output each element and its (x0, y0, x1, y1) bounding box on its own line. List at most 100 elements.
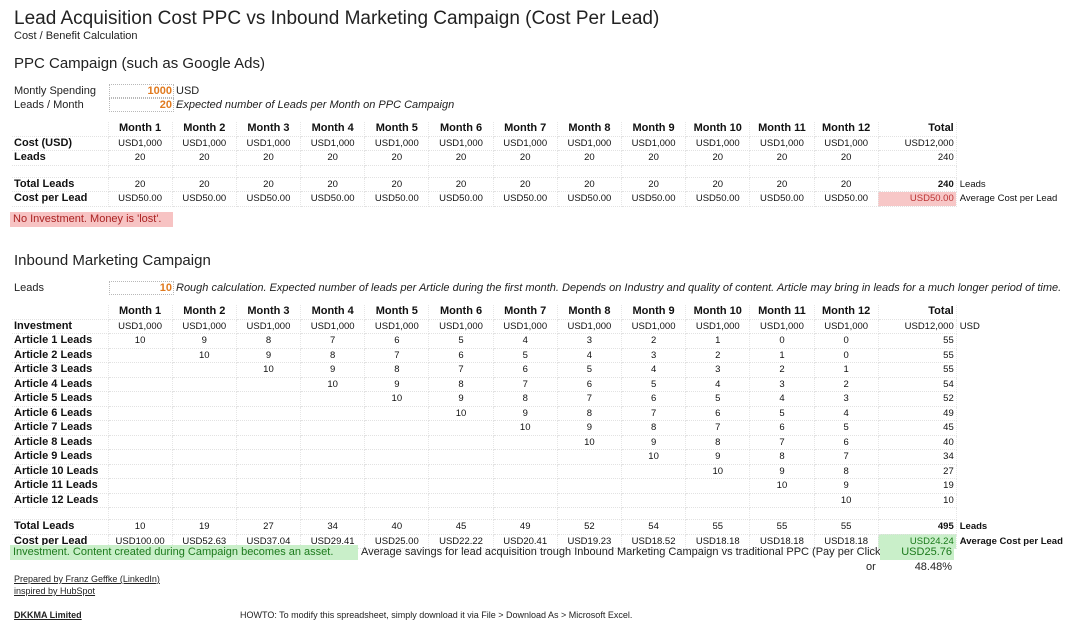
month-cell (108, 348, 173, 363)
month-cell: USD1,000 (685, 136, 751, 151)
total-cell: 49 (878, 406, 957, 421)
month-cell (108, 493, 173, 508)
article-leads-row: Article 3 Leads 10 9 8 7 6 5 4 3 2 1 55 (12, 362, 1066, 378)
column-header-month: Month 9 (621, 122, 687, 137)
spacer-row (12, 507, 1066, 520)
month-cell (172, 377, 237, 392)
monthly-spending-input[interactable]: 1000 (109, 84, 174, 98)
month-cell (172, 493, 237, 508)
inspired-by-link[interactable]: inspired by HubSpot (14, 586, 95, 596)
month-cell: 20 (685, 150, 751, 166)
row-suffix (956, 348, 1066, 363)
month-cell: 20 (364, 150, 430, 166)
month-cell: 2 (685, 348, 751, 363)
month-cell (428, 449, 494, 465)
article-leads-row: Article 4 Leads 10 9 8 7 6 5 4 3 2 54 (12, 377, 1066, 392)
article-leads-row: Article 5 Leads 10 9 8 7 6 5 4 3 52 (12, 391, 1066, 407)
total-cell: USD12,000 (878, 136, 957, 151)
row-suffix (956, 151, 1066, 166)
header-row: Month 1 Month 2 Month 3 Month 4 Month 5 Month… (12, 122, 1066, 137)
month-cell (300, 478, 366, 494)
month-cell: 10 (428, 406, 494, 421)
row-suffix (956, 450, 1066, 465)
month-cell: 8 (685, 435, 751, 450)
row-label: Article 4 Leads (12, 377, 109, 392)
month-cell: USD1,000 (428, 136, 494, 151)
month-cell: 10 (108, 519, 173, 535)
month-cell: 10 (685, 464, 751, 479)
or-label: or (866, 561, 876, 573)
month-cell: USD1,000 (236, 136, 302, 151)
empty-cell (364, 507, 430, 520)
month-cell: 1 (814, 362, 879, 378)
month-cell: 6 (364, 333, 430, 349)
month-cell: 10 (557, 435, 623, 450)
month-cell: 9 (749, 464, 815, 479)
month-cell: 20 (814, 177, 879, 192)
row-label: Investment (12, 319, 109, 334)
inbound-table: Month 1 Month 2 Month 3 Month 4 Month 5 Month… (12, 305, 1066, 549)
leads-per-article-input[interactable]: 10 (109, 281, 174, 295)
inbound-investment-row: Investment USD1,000 USD1,000 USD1,000 USD1,0… (12, 319, 1066, 334)
empty-cell (557, 507, 623, 520)
savings-percent: 48.48% (914, 561, 952, 573)
month-cell: 9 (172, 333, 237, 349)
month-cell: 0 (814, 333, 879, 349)
month-cell (300, 420, 366, 436)
month-cell (493, 464, 558, 479)
empty-cell (956, 508, 1066, 520)
month-cell: 20 (236, 150, 302, 166)
month-cell (364, 406, 430, 421)
month-cell: 20 (108, 177, 173, 192)
row-label: Article 12 Leads (12, 493, 109, 508)
month-cell: 20 (236, 177, 302, 192)
month-cell: 20 (557, 150, 623, 166)
month-cell: 7 (364, 348, 430, 363)
row-label: Article 11 Leads (12, 478, 109, 494)
company-link[interactable]: DKKMA Limited (14, 610, 82, 620)
month-cell: USD1,000 (749, 319, 815, 334)
total-cell: 54 (878, 377, 957, 392)
prepared-by-link[interactable]: Prepared by Franz Geffke (LinkedIn) (14, 574, 160, 584)
empty-cell (172, 507, 237, 520)
header-corner (12, 122, 109, 137)
ppc-leads-row: Leads 20 20 20 20 20 20 20 20 20 20 20 20 240 (12, 150, 1066, 166)
month-cell: 20 (300, 150, 366, 166)
column-header-month: Month 5 (364, 122, 430, 137)
empty-cell (493, 507, 558, 520)
month-cell (493, 435, 558, 450)
month-cell: 54 (621, 519, 687, 535)
month-cell: USD50.00 (814, 191, 879, 207)
column-header-month: Month 10 (685, 122, 751, 137)
month-cell: 3 (685, 362, 751, 378)
month-cell: USD50.00 (428, 191, 494, 207)
month-cell (364, 435, 430, 450)
month-cell: USD1,000 (685, 319, 751, 334)
month-cell: 19 (172, 519, 237, 535)
month-cell (172, 478, 237, 494)
empty-cell (621, 507, 687, 520)
row-suffix (956, 305, 1066, 319)
month-cell (557, 478, 623, 494)
month-cell: 4 (685, 377, 751, 392)
column-header-month: Month 11 (749, 305, 815, 320)
row-label: Cost per Lead (12, 191, 109, 207)
month-cell: USD50.00 (557, 191, 623, 207)
empty-cell (236, 507, 302, 520)
month-cell (364, 420, 430, 436)
ppc-total-leads-row: Total Leads 20 20 20 20 20 20 20 20 20 20 20 20 240 Le… (12, 177, 1066, 192)
row-suffix: USD (959, 320, 980, 332)
month-cell (557, 449, 623, 465)
month-cell (300, 435, 366, 450)
month-cell (108, 449, 173, 465)
leads-per-month-input[interactable]: 20 (109, 98, 174, 112)
empty-cell (428, 507, 494, 520)
month-cell: 10 (814, 493, 879, 508)
month-cell (236, 449, 302, 465)
row-label: Article 6 Leads (12, 406, 109, 421)
article-leads-row: Article 6 Leads 10 9 8 7 6 5 4 49 (12, 406, 1066, 421)
month-cell: 6 (621, 391, 687, 407)
total-cell: 495 (878, 519, 957, 535)
column-header-month: Month 8 (557, 122, 623, 137)
month-cell: 6 (814, 435, 879, 450)
